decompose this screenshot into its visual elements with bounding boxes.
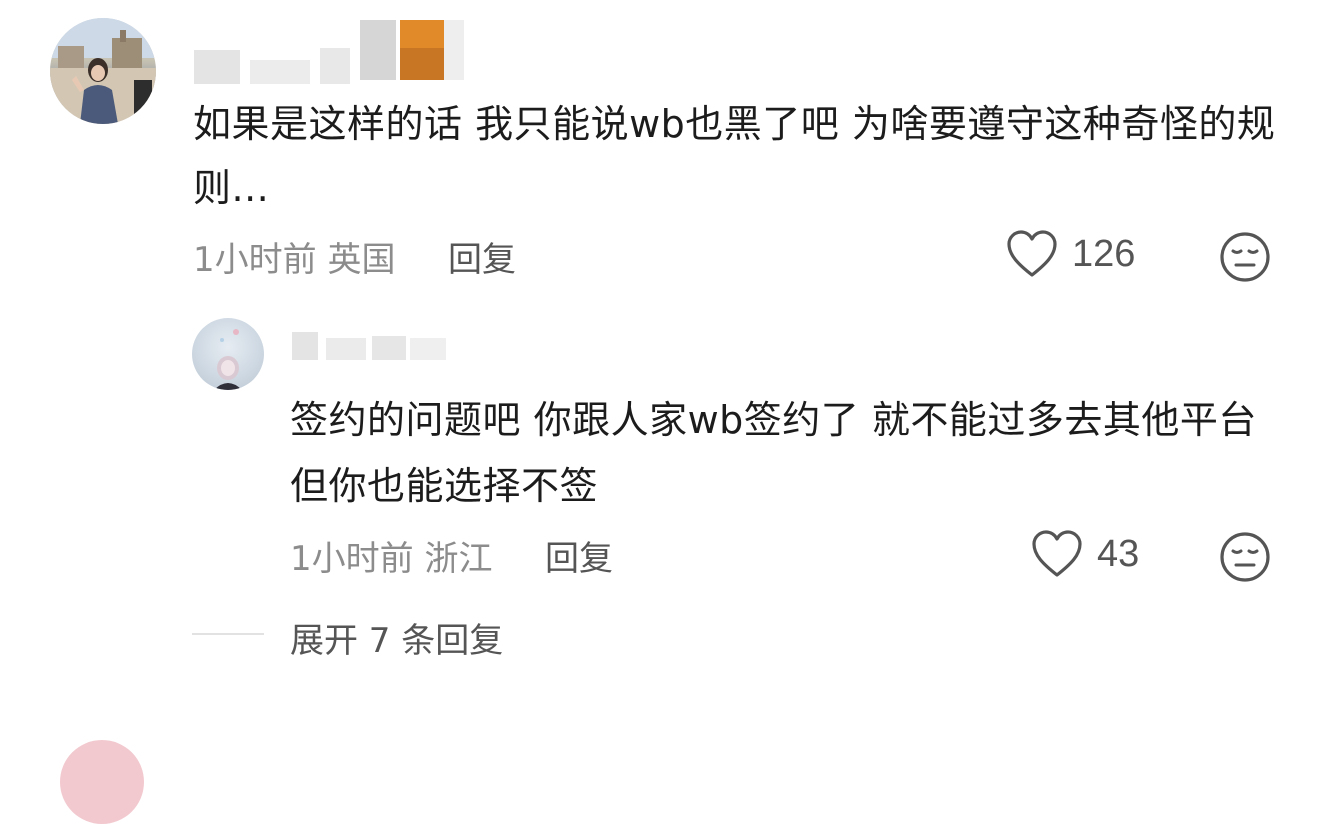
- expand-divider: [192, 633, 264, 635]
- next-commenter-avatar[interactable]: [60, 740, 144, 824]
- reply-location: 浙江: [424, 539, 493, 579]
- commenter-username-redacted: [190, 20, 470, 84]
- comment-body: 如果是这样的话 我只能说wb也黑了吧 为啥要遵守这种奇怪的规则...: [193, 102, 1276, 210]
- replier-avatar-image: [214, 329, 242, 390]
- like-button[interactable]: 126: [1006, 230, 1135, 278]
- commenter-avatar-image: [50, 18, 156, 124]
- comment-location: 英国: [327, 240, 396, 280]
- reply-meta: 1小时前 浙江: [290, 531, 492, 580]
- replier-username-redacted: [292, 328, 452, 362]
- reply-body: 签约的问题吧 你跟人家wb签约了 就不能过多去其他平台 但你也能选择不签: [290, 398, 1257, 508]
- like-count: 126: [1072, 232, 1136, 275]
- replier-avatar[interactable]: [192, 318, 264, 390]
- heart-outline-icon: [1007, 230, 1057, 277]
- comment-meta: 1小时前 英国: [193, 232, 395, 281]
- reply-like-button[interactable]: 43: [1031, 530, 1139, 578]
- comment-time: 1小时前: [193, 240, 317, 280]
- commenter-avatar[interactable]: [50, 18, 156, 124]
- dislike-button[interactable]: [1218, 230, 1272, 284]
- reply-like-count: 43: [1097, 532, 1140, 575]
- meh-face-icon: [1220, 532, 1270, 582]
- reply-to-reply-button[interactable]: 回复: [545, 531, 613, 580]
- expand-replies-button[interactable]: 展开 7 条回复: [290, 613, 503, 662]
- heart-outline-icon: [1032, 530, 1082, 577]
- reply-time: 1小时前: [290, 539, 414, 579]
- reply-button[interactable]: 回复: [448, 232, 516, 281]
- reply-dislike-button[interactable]: [1218, 530, 1272, 584]
- meh-face-icon: [1220, 232, 1270, 282]
